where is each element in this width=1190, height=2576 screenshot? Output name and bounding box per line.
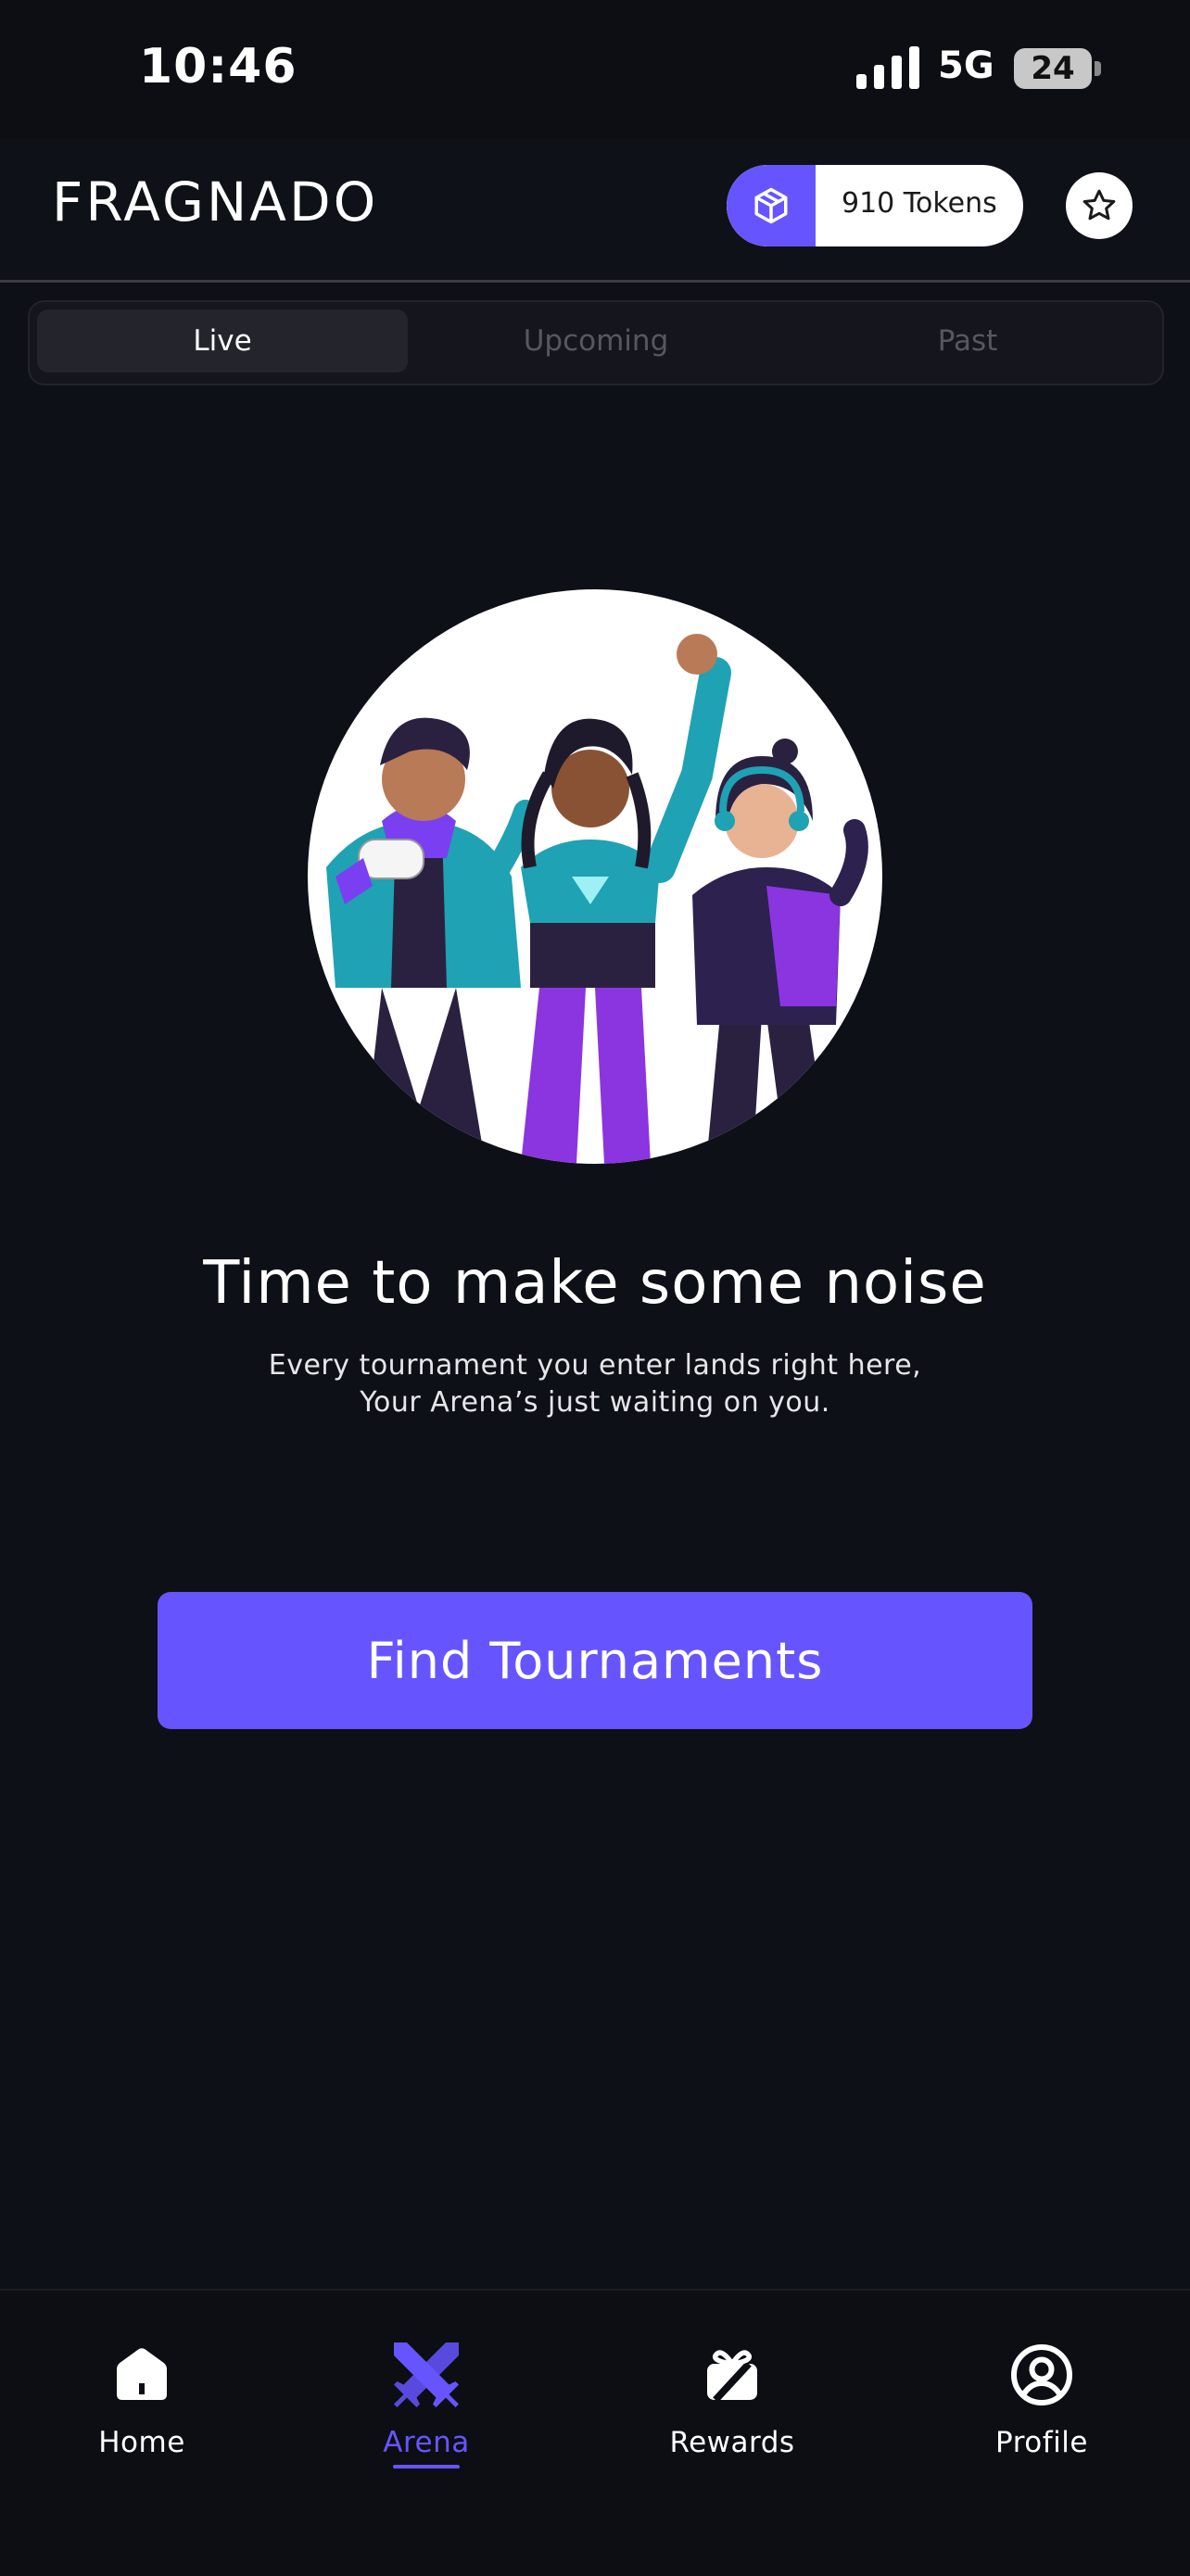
- nav-item-profile[interactable]: Profile: [949, 2335, 1134, 2474]
- empty-state-subtitle-line2: Your Arena’s just waiting on you.: [360, 1386, 830, 1419]
- crossed-swords-icon: [386, 2335, 466, 2415]
- tournament-tabs: Live Upcoming Past: [28, 300, 1164, 385]
- gift-icon: [692, 2335, 772, 2415]
- tokens-label: 910 Tokens: [842, 187, 997, 220]
- nav-item-rewards[interactable]: Rewards: [639, 2335, 825, 2474]
- home-icon: [102, 2335, 182, 2415]
- nav-label-arena: Arena: [383, 2426, 470, 2459]
- battery-icon: 24: [1014, 48, 1092, 89]
- token-balance-button[interactable]: 910 Tokens: [727, 165, 1023, 246]
- cube-icon: [727, 165, 816, 246]
- gamers-illustration: [308, 589, 882, 1164]
- nav-label-rewards: Rewards: [669, 2426, 795, 2459]
- app-header: FRAGNADO 910 Tokens: [0, 139, 1190, 283]
- tab-past[interactable]: Past: [782, 309, 1153, 373]
- empty-state-subtitle-line1: Every tournament you enter lands right h…: [268, 1349, 922, 1382]
- nav-item-arena[interactable]: Arena: [334, 2335, 519, 2474]
- signal-icon: [856, 46, 919, 89]
- tab-upcoming[interactable]: Upcoming: [411, 309, 781, 373]
- favorites-button[interactable]: [1066, 172, 1133, 239]
- active-indicator: [393, 2465, 460, 2469]
- battery-level: 24: [1031, 50, 1075, 87]
- brand-logo: FRAGNADO: [52, 170, 379, 234]
- star-icon: [1082, 189, 1116, 221]
- tab-live[interactable]: Live: [37, 309, 408, 373]
- status-bar: 10:46 5G 24: [0, 0, 1190, 139]
- gamer-left-figure: [326, 717, 538, 1155]
- bottom-nav: Home Arena Rewards Profile: [0, 2289, 1190, 2576]
- status-time: 10:46: [139, 39, 298, 95]
- nav-label-home: Home: [98, 2426, 185, 2459]
- battery-cap: [1095, 61, 1101, 76]
- network-label: 5G: [938, 44, 994, 87]
- gamer-right-figure: [692, 739, 868, 1164]
- user-icon: [1002, 2335, 1082, 2415]
- nav-item-home[interactable]: Home: [49, 2335, 234, 2474]
- gamer-middle-figure: [521, 634, 731, 1164]
- nav-label-profile: Profile: [995, 2426, 1088, 2459]
- empty-state-title: Time to make some noise: [203, 1249, 987, 1318]
- find-tournaments-button[interactable]: Find Tournaments: [158, 1592, 1032, 1729]
